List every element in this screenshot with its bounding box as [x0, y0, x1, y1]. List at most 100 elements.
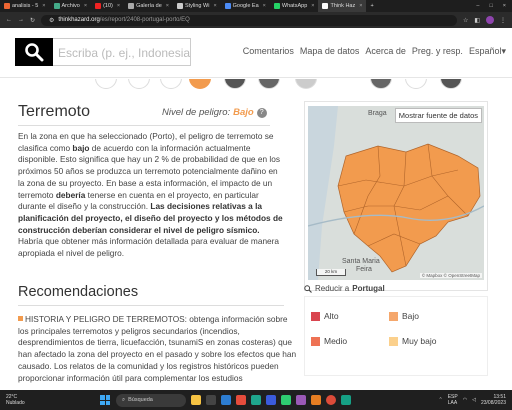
tab-favicon-icon	[322, 3, 329, 9]
tab-label: Styling Wi	[184, 3, 210, 9]
close-tab-icon[interactable]: ×	[166, 3, 169, 9]
hazard-icon[interactable]	[128, 79, 150, 89]
app-icon[interactable]	[341, 395, 351, 405]
browser-tab-strip: analisis - 5 × Archivo × (10) × Galería de ×…	[0, 0, 512, 12]
nav-acerca-de[interactable]: Acerca de	[365, 46, 406, 57]
legend-swatch	[389, 336, 398, 346]
language-select[interactable]: Español▾	[469, 46, 506, 57]
menu-icon[interactable]: ⋮	[500, 17, 506, 24]
edge-icon[interactable]	[251, 395, 261, 405]
app-icon[interactable]	[236, 395, 246, 405]
close-tab-icon[interactable]: ×	[213, 3, 216, 9]
extensions-icon[interactable]: ◧	[474, 17, 480, 24]
tray-chevron-icon[interactable]: ⌃	[439, 397, 443, 403]
tab-favicon-icon	[53, 3, 60, 9]
reload-icon[interactable]: ↻	[30, 17, 35, 24]
help-icon[interactable]: ?	[256, 107, 267, 118]
hazard-icon[interactable]	[258, 79, 280, 89]
browser-tab[interactable]: Archivo ×	[50, 0, 92, 12]
browser-tab[interactable]: Google Ea ×	[221, 0, 270, 12]
maximize-icon[interactable]: □	[489, 3, 492, 9]
clock[interactable]: 13:51 23/08/2023	[481, 394, 506, 406]
app-icon[interactable]	[266, 395, 276, 405]
search-icon: ⌕	[122, 396, 126, 403]
browser-tab[interactable]: Galería de ×	[124, 0, 173, 12]
close-tab-icon[interactable]: ×	[42, 3, 45, 9]
language-indicator[interactable]: ESP LAA	[448, 394, 458, 406]
tab-label: (10)	[103, 3, 113, 9]
tab-label: Think Haz	[330, 3, 356, 9]
profile-avatar[interactable]	[486, 16, 494, 24]
volume-icon[interactable]: ◁	[472, 397, 476, 403]
show-data-source-button[interactable]: Mostrar fuente de datos	[394, 108, 482, 123]
app-icon[interactable]	[221, 395, 231, 405]
taskbar: 22°C Nublado ⌕ Búsqueda ⌃ ESP LAA ◠ ◁ 13:…	[0, 390, 512, 410]
minimize-icon[interactable]: –	[476, 3, 479, 9]
hazard-icon[interactable]	[224, 79, 246, 89]
url-field[interactable]: ⚙ thinkhazard.org/es/report/2408-portuga…	[41, 14, 457, 26]
hazard-icon[interactable]	[160, 79, 182, 89]
hazard-icon[interactable]	[95, 79, 117, 89]
youtube-icon	[95, 3, 102, 9]
reduce-to-country-link[interactable]: Reducir a Portugal	[304, 284, 385, 293]
recommendations-title: Recomendaciones	[18, 284, 139, 300]
hazard-icon[interactable]	[295, 79, 317, 89]
browser-tab-active[interactable]: Think Haz ×	[318, 0, 367, 12]
chevron-down-icon: ▾	[501, 46, 506, 56]
wifi-icon[interactable]: ◠	[463, 397, 467, 403]
tab-label: Galería de	[136, 3, 162, 9]
new-tab-button[interactable]: +	[366, 0, 377, 12]
app-icon[interactable]	[296, 395, 306, 405]
hazard-icon[interactable]	[405, 79, 427, 89]
map-attribution[interactable]: © Mapbox © OpenStreetMap	[419, 273, 482, 278]
legend-item-bajo: Bajo	[389, 311, 419, 321]
browser-tab[interactable]: (10) ×	[91, 0, 124, 12]
hazard-icon[interactable]	[440, 79, 462, 89]
chrome-icon[interactable]	[326, 395, 336, 405]
browser-tab[interactable]: Styling Wi ×	[173, 0, 221, 12]
nav-comentarios[interactable]: Comentarios	[243, 46, 294, 57]
hazard-description: En la zona en que ha seleccionado (Porto…	[18, 131, 283, 259]
back-icon[interactable]: ←	[6, 17, 12, 23]
system-tray: ⌃ ESP LAA ◠ ◁ 13:51 23/08/2023	[439, 394, 512, 406]
search-icon	[25, 43, 44, 62]
browser-tab[interactable]: WhatsApp ×	[270, 0, 319, 12]
search-button[interactable]	[15, 38, 53, 66]
close-tab-icon[interactable]: ×	[117, 3, 120, 9]
language-label: Español	[468, 46, 502, 56]
address-bar-row: ← → ↻ ⚙ thinkhazard.org/es/report/2408-p…	[0, 12, 512, 28]
tab-label: WhatsApp	[281, 3, 308, 9]
legend-swatch	[311, 336, 320, 346]
nav-preguntas[interactable]: Preg. y resp.	[412, 46, 463, 57]
taskbar-search[interactable]: ⌕ Búsqueda	[116, 393, 186, 407]
site-info-icon[interactable]: ⚙	[49, 17, 54, 24]
legend-swatch	[311, 311, 320, 321]
weather-widget[interactable]: 22°C Nublado	[0, 394, 80, 406]
hazard-level: Nivel de peligro: Bajo ?	[162, 107, 267, 118]
close-tab-icon[interactable]: ×	[311, 3, 314, 9]
close-window-icon[interactable]: ×	[503, 3, 506, 9]
forward-icon[interactable]: →	[18, 17, 24, 23]
app-icon[interactable]	[206, 395, 216, 405]
hazard-icon[interactable]	[370, 79, 392, 89]
close-tab-icon[interactable]: ×	[84, 3, 87, 9]
map-graphic	[308, 106, 484, 280]
bookmark-star-icon[interactable]: ☆	[463, 17, 468, 24]
map-card: Mostrar fuente de datos Braga Santa Mari…	[304, 101, 488, 291]
windows-start-icon[interactable]	[100, 395, 110, 405]
nav-mapa-de-datos[interactable]: Mapa de datos	[300, 46, 360, 57]
hazard-map[interactable]: Mostrar fuente de datos Braga Santa Mari…	[308, 106, 484, 280]
map-scale: 20 km	[316, 269, 346, 276]
app-icon[interactable]	[281, 395, 291, 405]
hazard-level-label: Nivel de peligro:	[162, 107, 231, 118]
close-tab-icon[interactable]: ×	[263, 3, 266, 9]
search-input[interactable]: Escriba (p. ej., Indonesia c	[53, 38, 191, 66]
hazard-icon-active[interactable]	[189, 79, 211, 89]
map-label-santa-maria: Santa Maria	[342, 258, 380, 265]
legend-item-medio: Medio	[311, 336, 347, 346]
close-tab-icon[interactable]: ×	[359, 3, 362, 9]
map-label-braga: Braga	[368, 110, 387, 117]
app-icon[interactable]	[311, 395, 321, 405]
browser-tab[interactable]: analisis - 5 ×	[0, 0, 50, 12]
file-explorer-icon[interactable]	[191, 395, 201, 405]
